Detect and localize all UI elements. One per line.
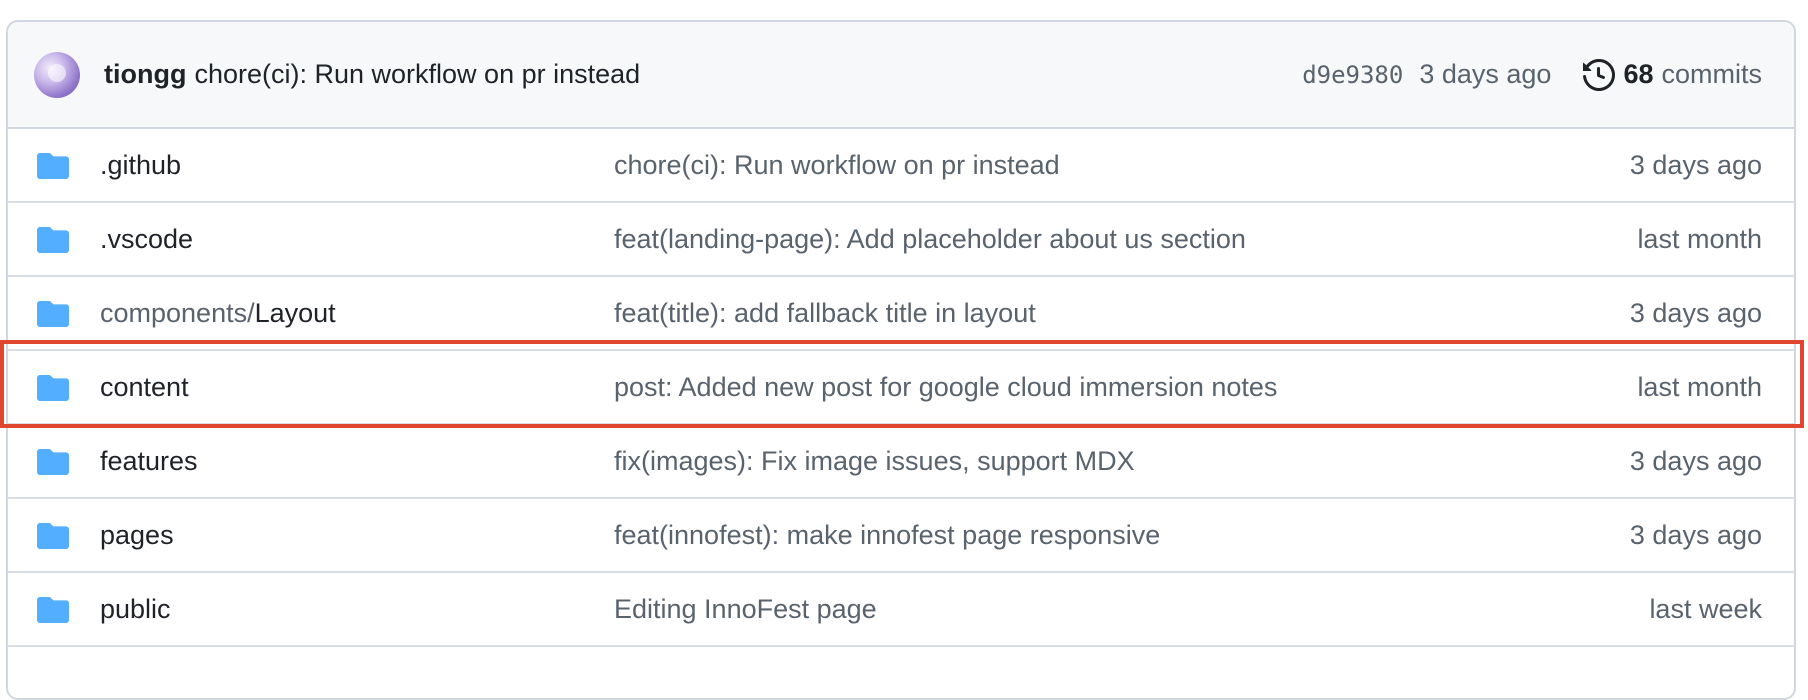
- file-commit-message[interactable]: feat(title): add fallback title in layou…: [614, 298, 1630, 329]
- file-row[interactable]: pages feat(innofest): make innofest page …: [8, 499, 1794, 573]
- folder-icon: [36, 521, 70, 549]
- folder-icon: [36, 299, 70, 327]
- file-name-prefix: public: [100, 593, 171, 624]
- file-commit-time: last month: [1637, 371, 1762, 402]
- history-icon: [1583, 58, 1616, 91]
- folder-icon: [36, 225, 70, 253]
- file-name-prefix: content: [100, 371, 189, 402]
- file-commit-time: last week: [1649, 593, 1762, 624]
- commit-time: 3 days ago: [1419, 59, 1552, 89]
- file-row[interactable]: content post: Added new post for google c…: [8, 351, 1794, 425]
- file-commit-time: last month: [1637, 223, 1762, 254]
- file-row[interactable]: features fix(images): Fix image issues, s…: [8, 425, 1794, 499]
- file-name-link[interactable]: .vscode: [100, 224, 614, 255]
- folder-icon: [36, 151, 70, 179]
- commit-history-link[interactable]: 68 commits: [1551, 58, 1763, 91]
- file-name-link[interactable]: .github: [100, 150, 614, 181]
- file-name-link[interactable]: components/Layout: [100, 298, 614, 329]
- file-row[interactable]: public Editing InnoFest page last week: [8, 573, 1794, 647]
- commit-meta: d9e9380 3 days ago 68 commits: [1302, 58, 1763, 91]
- file-name-prefix: .vscode: [100, 223, 194, 254]
- file-commit-message[interactable]: fix(images): Fix image issues, support M…: [614, 446, 1630, 477]
- file-rows: .github chore(ci): Run workflow on pr ins…: [8, 129, 1794, 647]
- file-row[interactable]: components/Layout feat(title): add fallba…: [8, 277, 1794, 351]
- file-commit-message[interactable]: feat(innofest): make innofest page respo…: [614, 520, 1630, 551]
- file-commit-time: 3 days ago: [1629, 149, 1762, 180]
- file-commit-message[interactable]: Editing InnoFest page: [614, 594, 1649, 625]
- commit-count: 68: [1623, 59, 1654, 89]
- latest-commit-bar: tiongg chore(ci): Run workflow on pr ins…: [8, 22, 1794, 129]
- file-commit-time: 3 days ago: [1629, 445, 1762, 476]
- file-name-prefix: pages: [100, 519, 174, 550]
- file-commit-message[interactable]: chore(ci): Run workflow on pr instead: [614, 150, 1630, 181]
- file-commit-time: 3 days ago: [1629, 297, 1762, 328]
- file-commit-message[interactable]: post: Added new post for google cloud im…: [614, 372, 1637, 403]
- commit-sha[interactable]: d9e9380: [1302, 61, 1403, 89]
- file-name-prefix: features: [100, 445, 198, 476]
- file-name-link[interactable]: features: [100, 446, 614, 477]
- latest-commit-message[interactable]: chore(ci): Run workflow on pr instead: [194, 59, 640, 90]
- file-commit-message[interactable]: feat(landing-page): Add placeholder abou…: [614, 224, 1637, 255]
- file-name-link[interactable]: content: [100, 372, 614, 403]
- file-name-prefix: .github: [100, 149, 182, 180]
- file-name-link[interactable]: pages: [100, 520, 614, 551]
- file-list-container: tiongg chore(ci): Run workflow on pr ins…: [6, 20, 1796, 700]
- folder-icon: [36, 595, 70, 623]
- folder-icon: [36, 447, 70, 475]
- file-name-prefix: components/: [100, 297, 255, 328]
- commit-author[interactable]: tiongg: [104, 59, 186, 90]
- file-name-suffix: Layout: [254, 297, 336, 328]
- file-row[interactable]: .vscode feat(landing-page): Add placehold…: [8, 203, 1794, 277]
- folder-icon: [36, 373, 70, 401]
- file-row[interactable]: .github chore(ci): Run workflow on pr ins…: [8, 129, 1794, 203]
- file-commit-time: 3 days ago: [1629, 519, 1762, 550]
- commit-count-label: commits: [1661, 59, 1763, 89]
- file-name-link[interactable]: public: [100, 594, 614, 625]
- author-avatar[interactable]: [34, 51, 80, 98]
